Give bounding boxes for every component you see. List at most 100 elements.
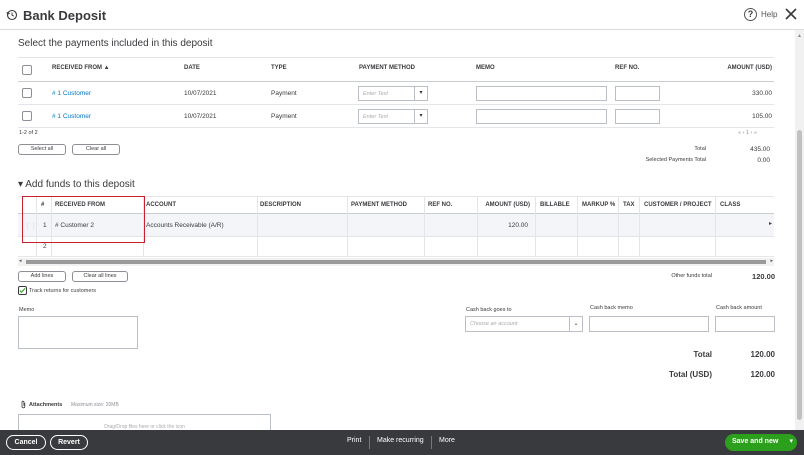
scrollbar-thumb[interactable]	[797, 130, 802, 420]
payment-row-checkbox[interactable]	[22, 111, 32, 121]
payment-ref-no-input[interactable]	[615, 86, 660, 101]
track-returns-label: Track returns for customers	[29, 288, 97, 294]
add-funds-heading[interactable]: ▾ Add funds to this deposit	[18, 179, 135, 190]
payment-type: Payment	[271, 90, 297, 97]
column-divider	[639, 196, 640, 256]
divider	[18, 57, 774, 58]
cash-back-memo-input[interactable]	[589, 316, 709, 332]
scrollbar-thumb[interactable]	[26, 260, 766, 264]
add-lines-button[interactable]: Add lines	[18, 271, 66, 282]
payments-total-label: Total	[694, 146, 706, 152]
payment-amount: 105.00	[752, 113, 772, 120]
selected-payments-total-value: 0.00	[757, 157, 770, 164]
column-header-markup: MARKUP %	[582, 202, 616, 208]
chevron-down-icon[interactable]: ▾	[414, 87, 427, 100]
payment-ref-no-input[interactable]	[615, 109, 660, 124]
footer-divider	[369, 436, 370, 449]
funds-amount[interactable]: 120.00	[480, 222, 528, 229]
total-usd-value: 120.00	[750, 370, 775, 379]
column-header-payment-method[interactable]: PAYMENT METHOD	[359, 65, 415, 71]
selected-payments-total-label: Selected Payments Total	[645, 157, 706, 163]
payment-method-select[interactable]: Enter Text ▾	[358, 109, 428, 124]
payment-method-placeholder: Enter Text	[363, 114, 388, 120]
save-and-new-label: Save and new	[732, 438, 779, 445]
clear-all-lines-button[interactable]: Clear all lines	[72, 271, 128, 282]
page-header: Bank Deposit ? Help	[0, 0, 804, 30]
column-header-ref-no: REF NO.	[428, 202, 453, 208]
footer-divider	[431, 436, 432, 449]
help-link[interactable]: Help	[761, 10, 777, 19]
print-link[interactable]: Print	[347, 437, 361, 444]
column-header-customer-project: CUSTOMER / PROJECT	[644, 202, 712, 208]
column-header-date[interactable]: DATE	[184, 65, 200, 71]
cash-back-account-select[interactable]: Choose an account ⌄	[465, 316, 583, 332]
row-expand-arrow-icon[interactable]: ▸	[769, 220, 772, 227]
payment-received-from-link[interactable]: # 1 Customer	[52, 90, 91, 97]
history-icon[interactable]	[6, 9, 18, 21]
column-header-tax: TAX	[623, 202, 635, 208]
payment-method-select[interactable]: Enter Text ▾	[358, 86, 428, 101]
chevron-down-icon[interactable]: ▾	[414, 110, 427, 123]
revert-button[interactable]: Revert	[50, 435, 88, 450]
cash-back-goes-to-label: Cash back goes to	[466, 307, 512, 313]
cash-back-account-placeholder: Choose an account	[470, 321, 518, 327]
help-icon[interactable]: ?	[744, 8, 757, 21]
close-icon[interactable]	[783, 6, 799, 22]
column-header-type[interactable]: TYPE	[271, 65, 287, 71]
track-returns-checkbox[interactable]	[18, 286, 27, 295]
select-all-button[interactable]: Select all	[18, 144, 66, 155]
other-funds-total-label: Other funds total	[671, 273, 712, 279]
divider	[18, 81, 774, 82]
payment-memo-input[interactable]	[476, 86, 607, 101]
pagination-range: 1-2 of 2	[19, 130, 38, 136]
total-label: Total	[693, 350, 712, 359]
payments-heading: Select the payments included in this dep…	[18, 38, 213, 49]
column-divider	[347, 196, 348, 256]
divider	[18, 127, 774, 128]
column-divider	[618, 196, 619, 256]
payment-type: Payment	[271, 113, 297, 120]
column-header-payment-method: PAYMENT METHOD	[351, 202, 408, 208]
scroll-right-icon[interactable]: ▸	[770, 258, 773, 264]
attachments-max-size: Maximum size: 20MB	[71, 402, 119, 408]
paperclip-icon	[21, 400, 26, 409]
funds-account[interactable]: Accounts Receivable (A/R)	[146, 222, 224, 229]
chevron-down-icon[interactable]: ▾	[789, 437, 793, 445]
horizontal-scrollbar[interactable]: ◂ ▸	[18, 258, 774, 266]
cash-back-amount-input[interactable]	[715, 316, 775, 332]
payment-memo-input[interactable]	[476, 109, 607, 124]
scroll-left-icon[interactable]: ◂	[19, 258, 22, 264]
chevron-down-icon[interactable]: ⌄	[569, 317, 582, 331]
select-all-checkbox[interactable]	[22, 65, 32, 75]
pagination-controls[interactable]: « ‹ 1 › »	[738, 130, 757, 136]
memo-textarea[interactable]	[18, 316, 138, 349]
vertical-scrollbar[interactable]: ▲	[795, 30, 804, 430]
column-header-ref-no[interactable]: REF NO.	[615, 65, 639, 71]
column-header-account: ACCOUNT	[146, 202, 176, 208]
column-header-received-from[interactable]: RECEIVED FROM ▲	[52, 65, 110, 71]
more-link[interactable]: More	[439, 437, 455, 444]
page-title: Bank Deposit	[23, 8, 107, 23]
column-divider	[577, 196, 578, 256]
cash-back-memo-label: Cash back memo	[590, 305, 633, 311]
cash-back-amount-label: Cash back amount	[716, 305, 762, 311]
column-header-memo[interactable]: MEMO	[476, 65, 495, 71]
payment-date: 10/07/2021	[184, 90, 217, 97]
payment-date: 10/07/2021	[184, 113, 217, 120]
column-header-amount[interactable]: AMOUNT (USD)	[700, 65, 772, 71]
column-header-class: CLASS	[720, 202, 741, 208]
scroll-up-icon[interactable]: ▲	[797, 33, 802, 39]
save-and-new-button[interactable]: Save and new ▾	[725, 434, 797, 451]
column-header-amount: AMOUNT (USD)	[485, 202, 530, 208]
make-recurring-link[interactable]: Make recurring	[377, 437, 424, 444]
cancel-button[interactable]: Cancel	[6, 435, 46, 450]
clear-all-button[interactable]: Clear all	[72, 144, 120, 155]
column-header-billable: BILLABLE	[540, 202, 570, 208]
payment-method-placeholder: Enter Text	[363, 91, 388, 97]
payments-total-value: 435.00	[750, 146, 770, 153]
payment-received-from-link[interactable]: # 1 Customer	[52, 113, 91, 120]
divider	[18, 104, 774, 105]
payment-row-checkbox[interactable]	[22, 88, 32, 98]
highlight-annotation	[22, 196, 145, 243]
column-divider	[477, 196, 478, 256]
